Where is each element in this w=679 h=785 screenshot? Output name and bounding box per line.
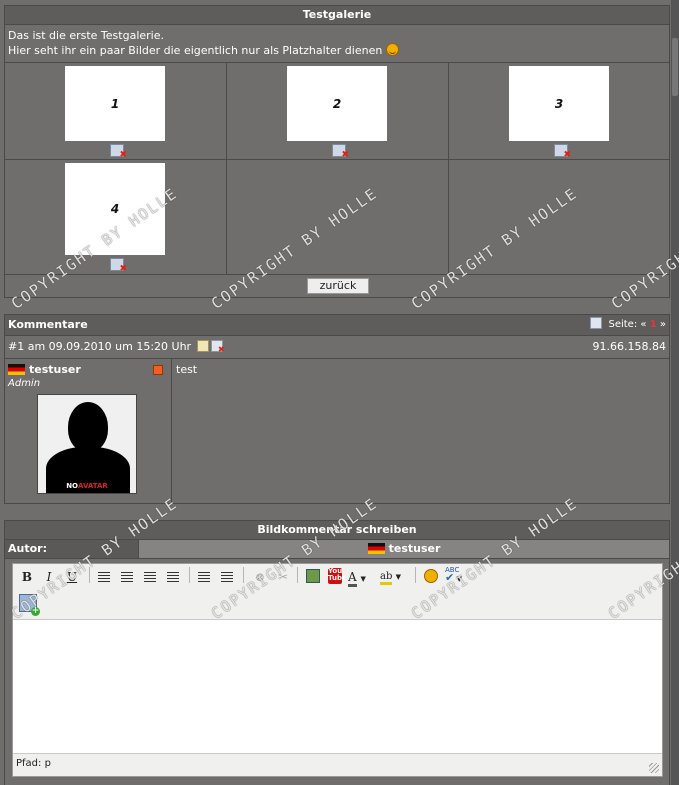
author-label: Autor: xyxy=(5,540,139,558)
underline-button[interactable]: U xyxy=(63,568,81,586)
current-page[interactable]: 1 xyxy=(650,319,657,330)
comment-author-column: testuser Admin NOAVATAR xyxy=(5,359,172,502)
align-justify-icon[interactable] xyxy=(167,572,179,583)
comment-text: test xyxy=(176,363,198,376)
write-comment-panel: Bildkommentar schreiben Autor: testuser … xyxy=(4,520,670,785)
avatar-label: NOAVATAR xyxy=(38,482,136,490)
editor-path: Pfad: p xyxy=(16,758,51,769)
germany-flag-icon xyxy=(8,364,25,375)
gallery-description-line1: Das ist die erste Testgalerie. xyxy=(8,29,164,42)
description-text: Hier seht ihr ein paar Bilder die eigent… xyxy=(8,44,383,57)
next-page-arrow[interactable]: » xyxy=(660,319,666,330)
author-row: Autor: testuser xyxy=(5,540,669,559)
comment-meta: #1 am 09.09.2010 um 15:20 Uhr xyxy=(8,336,225,358)
align-right-icon[interactable] xyxy=(144,572,156,583)
gallery-thumbnail[interactable]: 3 xyxy=(509,66,609,141)
bullet-list-icon[interactable] xyxy=(198,572,210,583)
gallery-panel: Testgalerie Das ist die erste Testgaleri… xyxy=(4,5,670,298)
font-color-letter: A xyxy=(348,570,357,587)
gallery-cell-4: 4 xyxy=(5,160,227,275)
toolbar-separator xyxy=(243,567,244,583)
delete-image-icon[interactable] xyxy=(110,144,127,160)
comment-ip: 91.66.158.84 xyxy=(592,340,666,353)
spellcheck-button[interactable]: ABC ✔ ▼ xyxy=(445,566,473,584)
toolbar-separator xyxy=(89,567,90,583)
comment-textarea[interactable] xyxy=(13,620,662,753)
gallery-cell-1: 1 xyxy=(5,63,227,160)
toolbar-separator xyxy=(189,567,190,583)
avatar: NOAVATAR xyxy=(37,394,137,494)
delete-image-icon[interactable] xyxy=(332,144,349,160)
numbered-list-icon[interactable] xyxy=(221,572,233,583)
comment-author-name[interactable]: testuser xyxy=(29,363,81,376)
insert-image-icon[interactable] xyxy=(306,569,320,583)
gallery-cell-empty xyxy=(449,160,669,275)
align-left-icon[interactable] xyxy=(98,572,110,583)
gallery-title: Testgalerie xyxy=(5,6,669,25)
comment-author: testuser xyxy=(5,359,171,376)
avatar-label-avatar: AVATAR xyxy=(78,482,108,490)
gallery-description-line2: Hier seht ihr ein paar Bilder die eigent… xyxy=(8,43,666,58)
gallery-cell-2: 2 xyxy=(227,63,449,160)
align-center-icon[interactable] xyxy=(121,572,133,583)
avatar-label-no: NO xyxy=(66,482,78,490)
resize-handle-icon[interactable] xyxy=(649,763,659,773)
rich-text-editor: B I U ⊗ ✂ You Tube A ▼ ab ▼ ABC ✔ ▼ + Pf… xyxy=(12,563,663,777)
delete-image-icon[interactable] xyxy=(554,144,571,160)
editor-toolbar: B I U ⊗ ✂ You Tube A ▼ ab ▼ ABC ✔ ▼ xyxy=(13,564,662,620)
delete-image-icon[interactable] xyxy=(110,258,127,274)
gallery-description: Das ist die erste Testgalerie. Hier seht… xyxy=(5,25,669,63)
comments-header: Kommentare Seite: « 1 » xyxy=(5,315,669,336)
toolbar-separator xyxy=(297,567,298,583)
add-image-icon[interactable] xyxy=(19,594,40,616)
prev-page-arrow[interactable]: « xyxy=(640,319,646,330)
highlight-button[interactable]: ab ▼ xyxy=(380,568,410,586)
chevron-down-icon: ▼ xyxy=(456,575,462,583)
add-comment-icon[interactable] xyxy=(590,317,603,329)
comments-title: Kommentare xyxy=(8,318,88,331)
scroll-thumb[interactable] xyxy=(672,38,678,96)
author-name: testuser xyxy=(388,542,441,555)
germany-flag-icon xyxy=(367,543,385,554)
gallery-cell-3: 3 xyxy=(449,63,669,160)
link-icon[interactable]: ⊗ xyxy=(251,568,269,586)
comments-panel: Kommentare Seite: « 1 » #1 am 09.09.2010… xyxy=(4,314,670,504)
pagination: Seite: « 1 » xyxy=(588,315,666,335)
font-color-button[interactable]: A ▼ xyxy=(348,568,376,587)
gallery-thumbnail[interactable]: 4 xyxy=(65,163,165,255)
highlight-letters: ab xyxy=(380,571,393,585)
editor-status-bar: Pfad: p xyxy=(13,753,662,776)
page-scrollbar[interactable] xyxy=(671,0,679,785)
comment-date: #1 am 09.09.2010 um 15:20 Uhr xyxy=(8,340,192,353)
smiley-icon xyxy=(385,43,399,56)
write-comment-title: Bildkommentar schreiben xyxy=(5,521,669,540)
comment-author-role: Admin xyxy=(8,378,41,389)
gallery-thumbnail[interactable]: 1 xyxy=(65,66,165,141)
comment-meta-row: #1 am 09.09.2010 um 15:20 Uhr 91.66.158.… xyxy=(5,336,669,359)
italic-button[interactable]: I xyxy=(40,568,58,586)
emoticon-icon[interactable] xyxy=(424,569,438,583)
gallery-grid: 1 2 3 4 xyxy=(5,63,669,275)
page-label: Seite: xyxy=(608,319,638,330)
chevron-down-icon: ▼ xyxy=(395,573,401,581)
comment-body: testuser Admin NOAVATAR test xyxy=(5,359,669,502)
toolbar-separator xyxy=(415,567,416,583)
author-value: testuser xyxy=(139,540,669,558)
edit-comment-icon[interactable] xyxy=(196,340,209,352)
youtube-icon[interactable]: You Tube xyxy=(328,568,347,584)
online-status-icon xyxy=(153,365,163,375)
back-button[interactable]: zurück xyxy=(307,278,369,294)
avatar-head-shape xyxy=(68,402,108,452)
bold-button[interactable]: B xyxy=(18,568,36,586)
check-icon: ✔ xyxy=(445,571,455,584)
gallery-thumbnail[interactable]: 2 xyxy=(287,66,387,141)
unlink-icon[interactable]: ✂ xyxy=(274,568,292,586)
chevron-down-icon: ▼ xyxy=(360,575,366,583)
gallery-cell-empty xyxy=(227,160,449,275)
delete-comment-icon[interactable] xyxy=(210,340,225,354)
